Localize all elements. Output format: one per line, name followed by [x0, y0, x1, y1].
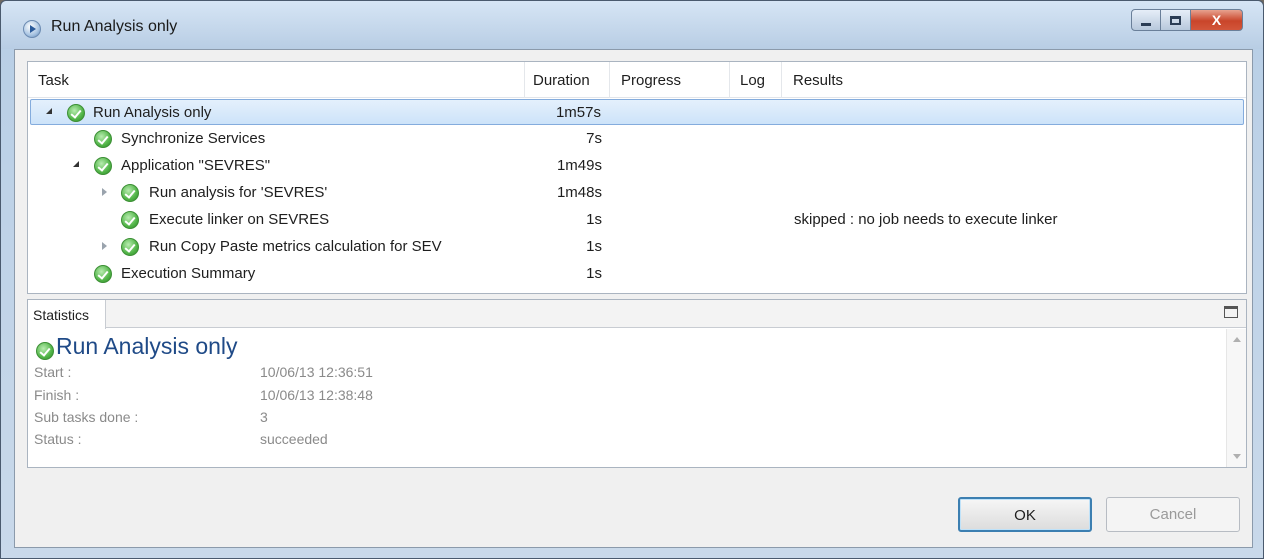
success-icon [67, 104, 85, 122]
title-bar[interactable]: Run Analysis only X [1, 1, 1263, 49]
task-name: Run Analysis only [93, 104, 212, 121]
task-name: Run analysis for 'SEVRES' [149, 184, 328, 201]
dialog-content: Task Duration Progress Log Results Run A… [14, 49, 1253, 548]
collapse-icon[interactable] [46, 108, 52, 114]
scroll-down-icon[interactable] [1233, 454, 1241, 459]
ok-button[interactable]: OK [958, 497, 1092, 532]
task-name: Execute linker on SEVRES [149, 211, 330, 228]
stat-value-subtasks: 3 [260, 409, 268, 425]
task-duration: 1s [586, 238, 602, 255]
success-icon [94, 157, 112, 175]
task-duration: 1m48s [556, 184, 602, 201]
task-duration: 1s [586, 265, 602, 282]
window-controls: X [1131, 9, 1243, 31]
column-header-task[interactable]: Task [38, 72, 69, 89]
close-button[interactable]: X [1191, 9, 1243, 31]
stat-value-finish: 10/06/13 12:38:48 [260, 387, 373, 403]
minimize-button[interactable] [1131, 9, 1161, 31]
statistics-panel: Statistics Run Analysis only Start : 10/… [27, 299, 1247, 468]
column-header-results[interactable]: Results [793, 72, 843, 89]
success-icon [94, 130, 112, 148]
success-icon [121, 238, 139, 256]
cancel-button[interactable]: Cancel [1106, 497, 1240, 532]
column-header-duration[interactable]: Duration [533, 72, 590, 89]
task-duration: 1m49s [556, 157, 602, 174]
table-row[interactable]: Run Analysis only 1m57s [30, 99, 1244, 125]
vertical-scrollbar[interactable] [1226, 329, 1246, 467]
success-icon [121, 184, 139, 202]
dialog-window: Run Analysis only X Task Duration Progre… [0, 0, 1264, 559]
column-separator[interactable] [781, 62, 782, 98]
maximize-button[interactable] [1161, 9, 1191, 31]
table-row[interactable]: Application "SEVRES" 1m49s [30, 153, 1244, 179]
task-duration: 1s [586, 211, 602, 228]
window-title: Run Analysis only [51, 18, 178, 35]
maximize-panel-icon[interactable] [1224, 306, 1238, 318]
success-icon [94, 265, 112, 283]
task-name: Execution Summary [121, 265, 256, 282]
column-header-progress[interactable]: Progress [621, 72, 681, 89]
stat-label-status: Status : [34, 431, 82, 447]
stat-label-start: Start : [34, 364, 72, 380]
success-icon [36, 342, 54, 360]
success-icon [121, 211, 139, 229]
table-row[interactable]: Run Copy Paste metrics calculation for S… [30, 234, 1244, 260]
stat-value-status: succeeded [260, 431, 328, 447]
task-name: Run Copy Paste metrics calculation for S… [149, 238, 442, 255]
task-duration: 1m57s [555, 104, 601, 121]
minimize-icon [1141, 22, 1151, 26]
collapse-icon[interactable] [73, 161, 79, 167]
statistics-body: Run Analysis only Start : 10/06/13 12:36… [28, 329, 1224, 467]
table-row[interactable]: Execute linker on SEVRES 1s skipped : no… [30, 207, 1244, 233]
task-result: skipped : no job needs to execute linker [794, 211, 1058, 228]
stat-label-subtasks: Sub tasks done : [34, 409, 139, 425]
expand-icon[interactable] [102, 188, 107, 196]
task-tree-table: Task Duration Progress Log Results Run A… [27, 61, 1247, 294]
table-row[interactable]: Synchronize Services 7s [30, 126, 1244, 152]
maximize-icon [1170, 15, 1181, 25]
column-separator[interactable] [524, 62, 525, 98]
statistics-tab-bar: Statistics [28, 300, 1246, 329]
statistics-heading: Run Analysis only [56, 333, 238, 359]
task-duration: 7s [586, 130, 602, 147]
stat-value-start: 10/06/13 12:36:51 [260, 364, 373, 380]
task-name: Application "SEVRES" [121, 157, 271, 174]
stat-label-finish: Finish : [34, 387, 80, 403]
table-row[interactable]: Execution Summary 1s [30, 261, 1244, 287]
column-separator[interactable] [729, 62, 730, 98]
run-icon [23, 20, 41, 38]
table-header: Task Duration Progress Log Results [28, 62, 1246, 98]
column-header-log[interactable]: Log [740, 72, 765, 89]
column-separator[interactable] [609, 62, 610, 98]
task-name: Synchronize Services [121, 130, 266, 147]
table-row[interactable]: Run analysis for 'SEVRES' 1m48s [30, 180, 1244, 206]
expand-icon[interactable] [102, 242, 107, 250]
tab-statistics[interactable]: Statistics [28, 300, 106, 329]
scroll-up-icon[interactable] [1233, 337, 1241, 342]
